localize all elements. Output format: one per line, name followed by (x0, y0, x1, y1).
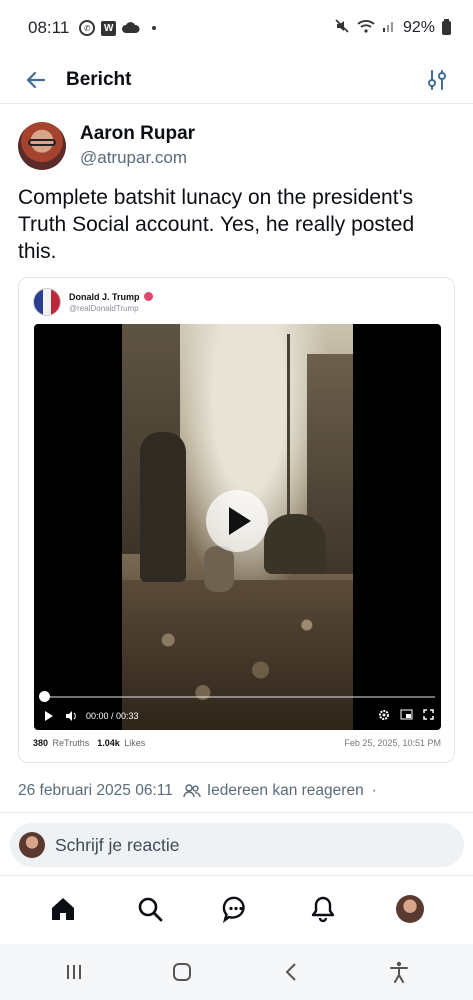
picture-in-picture-icon[interactable] (400, 709, 413, 723)
accessibility-button[interactable] (379, 952, 419, 992)
arrow-left-icon (26, 71, 46, 88)
battery-icon (442, 19, 451, 35)
play-small-icon[interactable] (42, 709, 56, 723)
search-icon (138, 897, 163, 921)
retruths-count: 380 (33, 738, 49, 748)
settings-gear-icon[interactable] (378, 709, 390, 723)
page-title: Bericht (66, 68, 132, 90)
bell-icon (311, 896, 335, 922)
cloud-icon (122, 22, 140, 34)
bottom-navigation (0, 875, 473, 941)
verified-badge-icon (143, 292, 153, 301)
post-text: Complete batshit lunacy on the president… (18, 186, 415, 263)
meta-separator: · (371, 782, 377, 799)
battery-percent: 92% (402, 19, 435, 36)
chevron-left-icon (285, 963, 296, 981)
back-button[interactable] (18, 62, 54, 98)
video-time: 00:00 / 00:33 (86, 711, 139, 721)
reply-permission-link[interactable]: Iedereen kan reageren (207, 782, 364, 800)
recent-apps-icon (67, 965, 82, 979)
likes-count: 1.04k (97, 738, 120, 748)
people-icon (183, 783, 201, 799)
nav-search[interactable] (130, 889, 170, 929)
mute-icon (334, 18, 350, 39)
divider (0, 812, 473, 813)
embed-footer: 380 ReTruths 1.04k Likes Feb 25, 2025, 1… (33, 738, 441, 748)
post-embed-image[interactable]: Donald J. Trump @realDonaldTrump 00:00 /… (18, 277, 455, 763)
fullscreen-icon[interactable] (423, 709, 434, 723)
w-app-icon: W (101, 20, 117, 36)
reply-placeholder: Schrijf je reactie (55, 834, 180, 855)
embed-name: Donald J. Trump (69, 291, 140, 302)
chat-bubble-icon (223, 896, 246, 923)
nav-home[interactable] (43, 889, 83, 929)
whatsapp-icon: ✆ (79, 20, 96, 36)
retruths-label: ReTruths (52, 738, 90, 748)
play-button[interactable] (206, 490, 268, 552)
home-system-button[interactable] (162, 952, 202, 992)
thread-settings-button[interactable] (421, 64, 453, 96)
post-timestamp: 26 februari 2025 06:11 (18, 782, 173, 799)
recent-apps-button[interactable] (54, 952, 94, 992)
status-time: 08:11 (28, 18, 70, 37)
play-icon (229, 507, 251, 535)
nav-profile[interactable] (390, 889, 430, 929)
embed-date: Feb 25, 2025, 10:51 PM (344, 738, 441, 748)
system-back-button[interactable] (271, 952, 311, 992)
notification-dot-icon (152, 26, 157, 30)
app-header: Bericht (0, 56, 473, 104)
sliders-icon (428, 69, 446, 90)
volume-icon[interactable] (64, 709, 78, 723)
author-handle[interactable]: @atrupar.com (80, 146, 195, 170)
video-progress-knob[interactable] (39, 691, 50, 702)
profile-avatar (395, 894, 424, 923)
video-controls: 00:00 / 00:33 (42, 708, 434, 724)
author-name[interactable]: Aaron Rupar (80, 122, 195, 146)
nav-chat[interactable] (216, 889, 256, 929)
accessibility-icon (389, 961, 408, 983)
reply-input[interactable]: Schrijf je reactie (10, 823, 464, 867)
post-meta: 26 februari 2025 06:11 Iedereen kan reag… (18, 782, 377, 800)
embed-handle: @realDonaldTrump (69, 303, 139, 313)
signal-icon (382, 19, 396, 38)
home-icon (52, 897, 75, 920)
author-avatar[interactable] (18, 122, 66, 170)
status-bar: 08:11 ✆ W 92% (0, 0, 473, 56)
wifi-icon (357, 19, 375, 38)
system-navigation (0, 944, 473, 1000)
embed-header: Donald J. Trump @realDonaldTrump (33, 288, 153, 316)
likes-label: Likes (124, 738, 146, 748)
post-author[interactable]: Aaron Rupar @atrupar.com (18, 122, 195, 170)
nav-notifications[interactable] (303, 889, 343, 929)
video-player[interactable]: 00:00 / 00:33 (34, 324, 441, 730)
home-square-icon (173, 963, 192, 981)
embed-avatar (33, 288, 61, 316)
user-avatar (19, 832, 45, 858)
video-progress-bar[interactable] (43, 696, 435, 698)
